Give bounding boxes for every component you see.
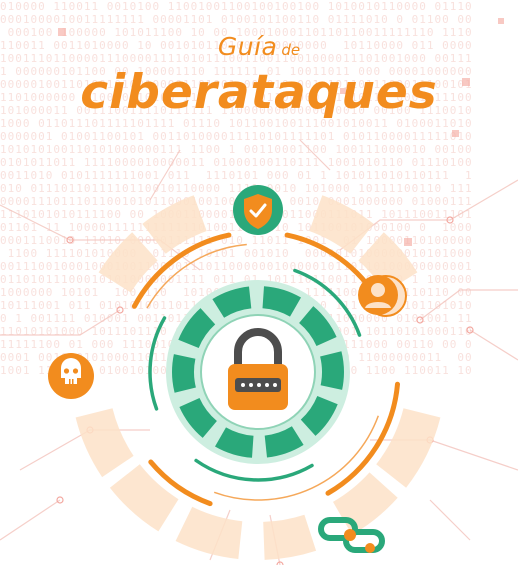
outer-ring-segment [175,506,243,559]
outer-ring-segment [75,408,134,478]
cover-illustration: 010000 110011 0010100 110010011001001001… [0,0,518,565]
chain-link-icon [318,517,385,553]
gear-segment [320,351,344,390]
outer-ring-segment [263,514,317,560]
outer-ring-segment [109,464,179,532]
user-avatar-icon [358,275,407,317]
gear-segment [172,354,196,393]
shield-check-icon [233,185,283,235]
outer-ring-segment [376,408,441,488]
skull-icon [48,353,94,399]
title-ciberataques: ciberataques [80,65,438,120]
title-line-1: Guía de [0,32,518,62]
page-title: Guía de ciberataques [0,32,518,118]
title-guia: Guía [217,32,278,61]
title-de: de [281,41,301,59]
